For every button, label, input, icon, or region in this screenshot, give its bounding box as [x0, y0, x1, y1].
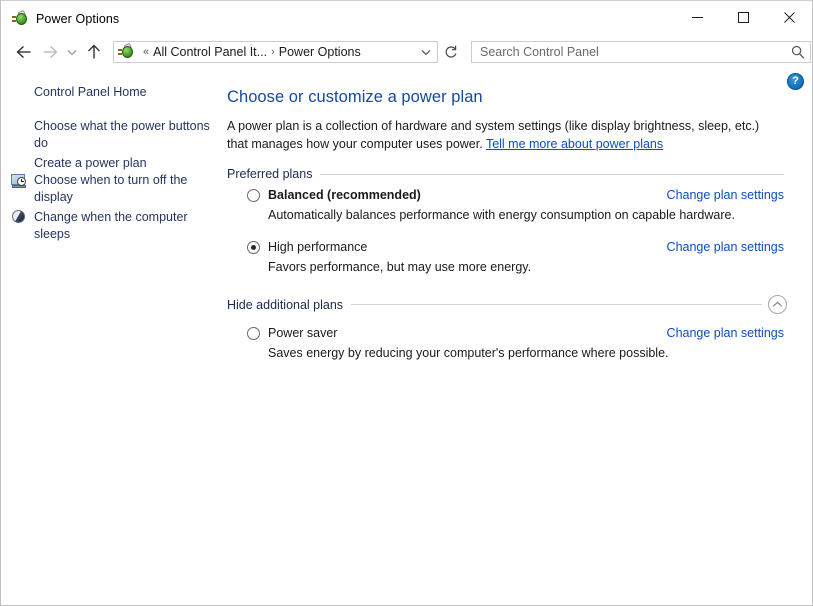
- group-label: Preferred plans: [227, 167, 313, 181]
- address-bar[interactable]: « All Control Panel It... › Power Option…: [113, 41, 438, 63]
- up-button[interactable]: [81, 40, 107, 64]
- group-divider: [320, 173, 784, 175]
- breadcrumb-item-power-options[interactable]: Power Options: [279, 45, 361, 59]
- help-icon: ?: [792, 74, 799, 87]
- maximize-icon: [737, 12, 749, 23]
- back-button[interactable]: [11, 40, 37, 64]
- forward-arrow-icon: [43, 45, 58, 59]
- plan-name[interactable]: Power saver: [268, 325, 337, 341]
- plan-name[interactable]: Balanced (recommended): [268, 187, 421, 203]
- power-options-window: Power Options « All Control Panel It... …: [0, 0, 813, 606]
- chevron-up-icon: [772, 301, 783, 307]
- close-button[interactable]: [766, 1, 812, 34]
- plan-name[interactable]: High performance: [268, 239, 367, 255]
- plan-high-performance: High performance Change plan settings Fa…: [247, 239, 784, 275]
- chevron-down-icon: [421, 49, 431, 55]
- search-box[interactable]: [471, 41, 811, 63]
- plan-radio-power-saver[interactable]: [247, 327, 260, 340]
- plan-description: Automatically balances performance with …: [268, 208, 735, 222]
- refresh-button[interactable]: [439, 41, 463, 63]
- plan-power-saver: Power saver Change plan settings Saves e…: [247, 325, 784, 361]
- sidebar-item-label: Create a power plan: [34, 156, 147, 170]
- address-dropdown-button[interactable]: [415, 49, 437, 56]
- change-plan-settings-link-high-performance[interactable]: Change plan settings: [667, 239, 784, 255]
- group-header-preferred-plans: Preferred plans: [227, 167, 784, 181]
- group-header-hide-additional-plans: Hide additional plans: [227, 295, 787, 314]
- main-pane: ? Choose or customize a power plan A pow…: [225, 67, 812, 605]
- chevron-down-icon: [67, 49, 77, 55]
- plan-balanced: Balanced (recommended) Change plan setti…: [247, 187, 784, 223]
- hide-additional-plans-toggle[interactable]: [768, 295, 787, 314]
- back-arrow-icon: [16, 45, 31, 59]
- sidebar-item-create-a-power-plan[interactable]: Create a power plan: [34, 155, 216, 172]
- title-bar: Power Options: [1, 1, 812, 37]
- forward-button[interactable]: [37, 40, 63, 64]
- tell-me-more-link[interactable]: Tell me more about power plans: [486, 137, 663, 151]
- sidebar-item-change-when-the-computer-sleeps[interactable]: Change when the computer sleeps: [34, 209, 216, 242]
- sidebar-item-choose-what-the-power-buttons-do[interactable]: Choose what the power buttons do: [34, 118, 216, 151]
- navigation-bar: « All Control Panel It... › Power Option…: [1, 37, 812, 67]
- breadcrumb-item-all-control-panel-items[interactable]: All Control Panel It...: [153, 45, 267, 59]
- plan-row: High performance Change plan settings: [247, 239, 784, 255]
- search-icon: [791, 45, 805, 59]
- search-input[interactable]: [472, 44, 786, 60]
- help-button[interactable]: ?: [787, 73, 804, 90]
- sidebar-item-label: Control Panel Home: [34, 85, 147, 99]
- sidebar-item-label: Change when the computer sleeps: [34, 210, 188, 241]
- plan-row: Balanced (recommended) Change plan setti…: [247, 187, 784, 203]
- group-label: Hide additional plans: [227, 297, 344, 312]
- minimize-icon: [691, 17, 703, 18]
- change-plan-settings-link-power-saver[interactable]: Change plan settings: [667, 325, 784, 341]
- search-button[interactable]: [786, 45, 810, 59]
- window-title: Power Options: [36, 12, 120, 26]
- plan-description: Favors performance, but may use more ene…: [268, 260, 532, 274]
- plan-row: Power saver Change plan settings: [247, 325, 784, 341]
- plan-description: Saves energy by reducing your computer's…: [268, 346, 669, 360]
- up-arrow-icon: [88, 44, 100, 59]
- sidebar-item-label: Choose what the power buttons do: [34, 119, 210, 150]
- content-area: Control Panel Home Choose what the power…: [1, 67, 812, 605]
- sidebar-item-control-panel-home[interactable]: Control Panel Home: [34, 84, 216, 101]
- window-controls: [674, 1, 812, 34]
- plan-radio-balanced[interactable]: [247, 189, 260, 202]
- power-plug-icon: [118, 42, 134, 60]
- sleep-moon-icon: [11, 209, 27, 225]
- group-divider: [351, 304, 762, 305]
- page-title: Choose or customize a power plan: [227, 88, 483, 106]
- minimize-button[interactable]: [674, 1, 720, 34]
- page-description: A power plan is a collection of hardware…: [227, 117, 764, 153]
- change-plan-settings-link-balanced[interactable]: Change plan settings: [667, 187, 784, 203]
- breadcrumb-overflow[interactable]: «: [139, 46, 153, 58]
- sidebar-item-label: Choose when to turn off the display: [34, 173, 188, 204]
- plan-radio-high-performance[interactable]: [247, 241, 260, 254]
- breadcrumb-separator: ›: [271, 46, 275, 58]
- maximize-button[interactable]: [720, 1, 766, 34]
- sidebar: Control Panel Home Choose what the power…: [1, 67, 225, 605]
- recent-locations-button[interactable]: [63, 40, 81, 64]
- sidebar-item-choose-when-to-turn-off-the-display[interactable]: Choose when to turn off the display: [34, 172, 216, 205]
- close-icon: [783, 12, 795, 23]
- display-clock-icon: [11, 173, 27, 189]
- power-plug-icon: [12, 9, 28, 27]
- refresh-icon: [445, 45, 457, 58]
